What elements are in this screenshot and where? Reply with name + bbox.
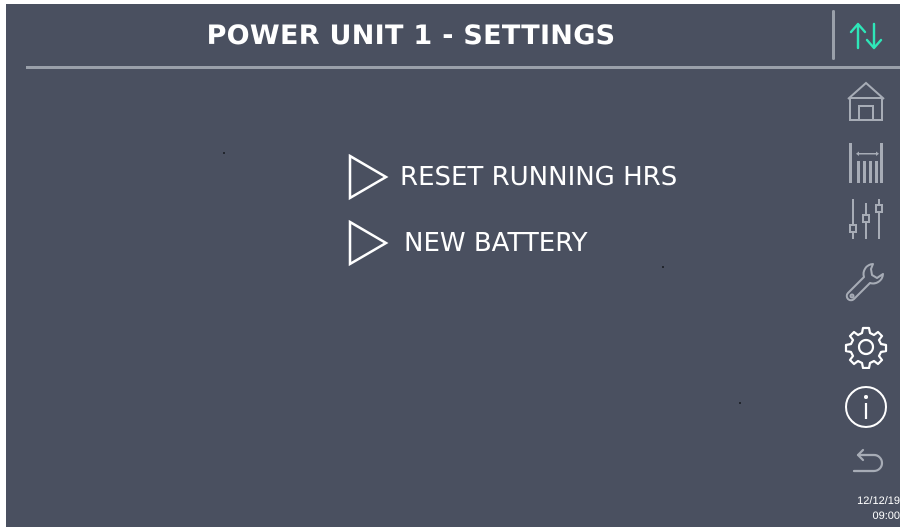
- speck: [223, 152, 225, 154]
- time-text: 09:00: [872, 510, 900, 522]
- play-triangle-icon: [348, 219, 389, 267]
- service-button[interactable]: [840, 258, 892, 308]
- meters-button[interactable]: [840, 138, 892, 188]
- datetime-display: 12/12/19 09:00: [840, 494, 900, 524]
- home-icon: [847, 81, 885, 121]
- date-text: 12/12/19: [857, 495, 900, 507]
- info-button[interactable]: [840, 382, 892, 432]
- communication-button[interactable]: [840, 14, 892, 58]
- header-rule: [26, 66, 900, 69]
- info-icon: [845, 386, 887, 428]
- new-battery-label: NEW BATTERY: [404, 228, 588, 258]
- back-arrow-icon: [852, 448, 884, 473]
- back-button[interactable]: [840, 438, 892, 488]
- home-button[interactable]: [840, 76, 892, 126]
- page-title: POWER UNIT 1 - SETTINGS: [206, 19, 616, 51]
- settings-button[interactable]: [840, 322, 892, 372]
- arrows-up-down-icon: [849, 22, 883, 50]
- reset-running-hrs-button[interactable]: RESET RUNNING HRS: [346, 151, 677, 203]
- wrench-icon: [845, 263, 884, 302]
- play-triangle-icon: [348, 153, 389, 201]
- speck: [739, 402, 741, 404]
- speck: [662, 266, 664, 268]
- hmi-screen: POWER UNIT 1 - SETTINGS RESET RUNNING HR…: [6, 4, 900, 527]
- adjust-button[interactable]: [840, 194, 892, 244]
- gear-icon: [844, 326, 888, 369]
- new-battery-button[interactable]: NEW BATTERY: [346, 217, 587, 269]
- reset-running-hrs-label: RESET RUNNING HRS: [400, 162, 678, 192]
- meter-bars-icon: [849, 143, 883, 183]
- sliders-icon: [849, 199, 883, 239]
- header-divider: [832, 10, 835, 60]
